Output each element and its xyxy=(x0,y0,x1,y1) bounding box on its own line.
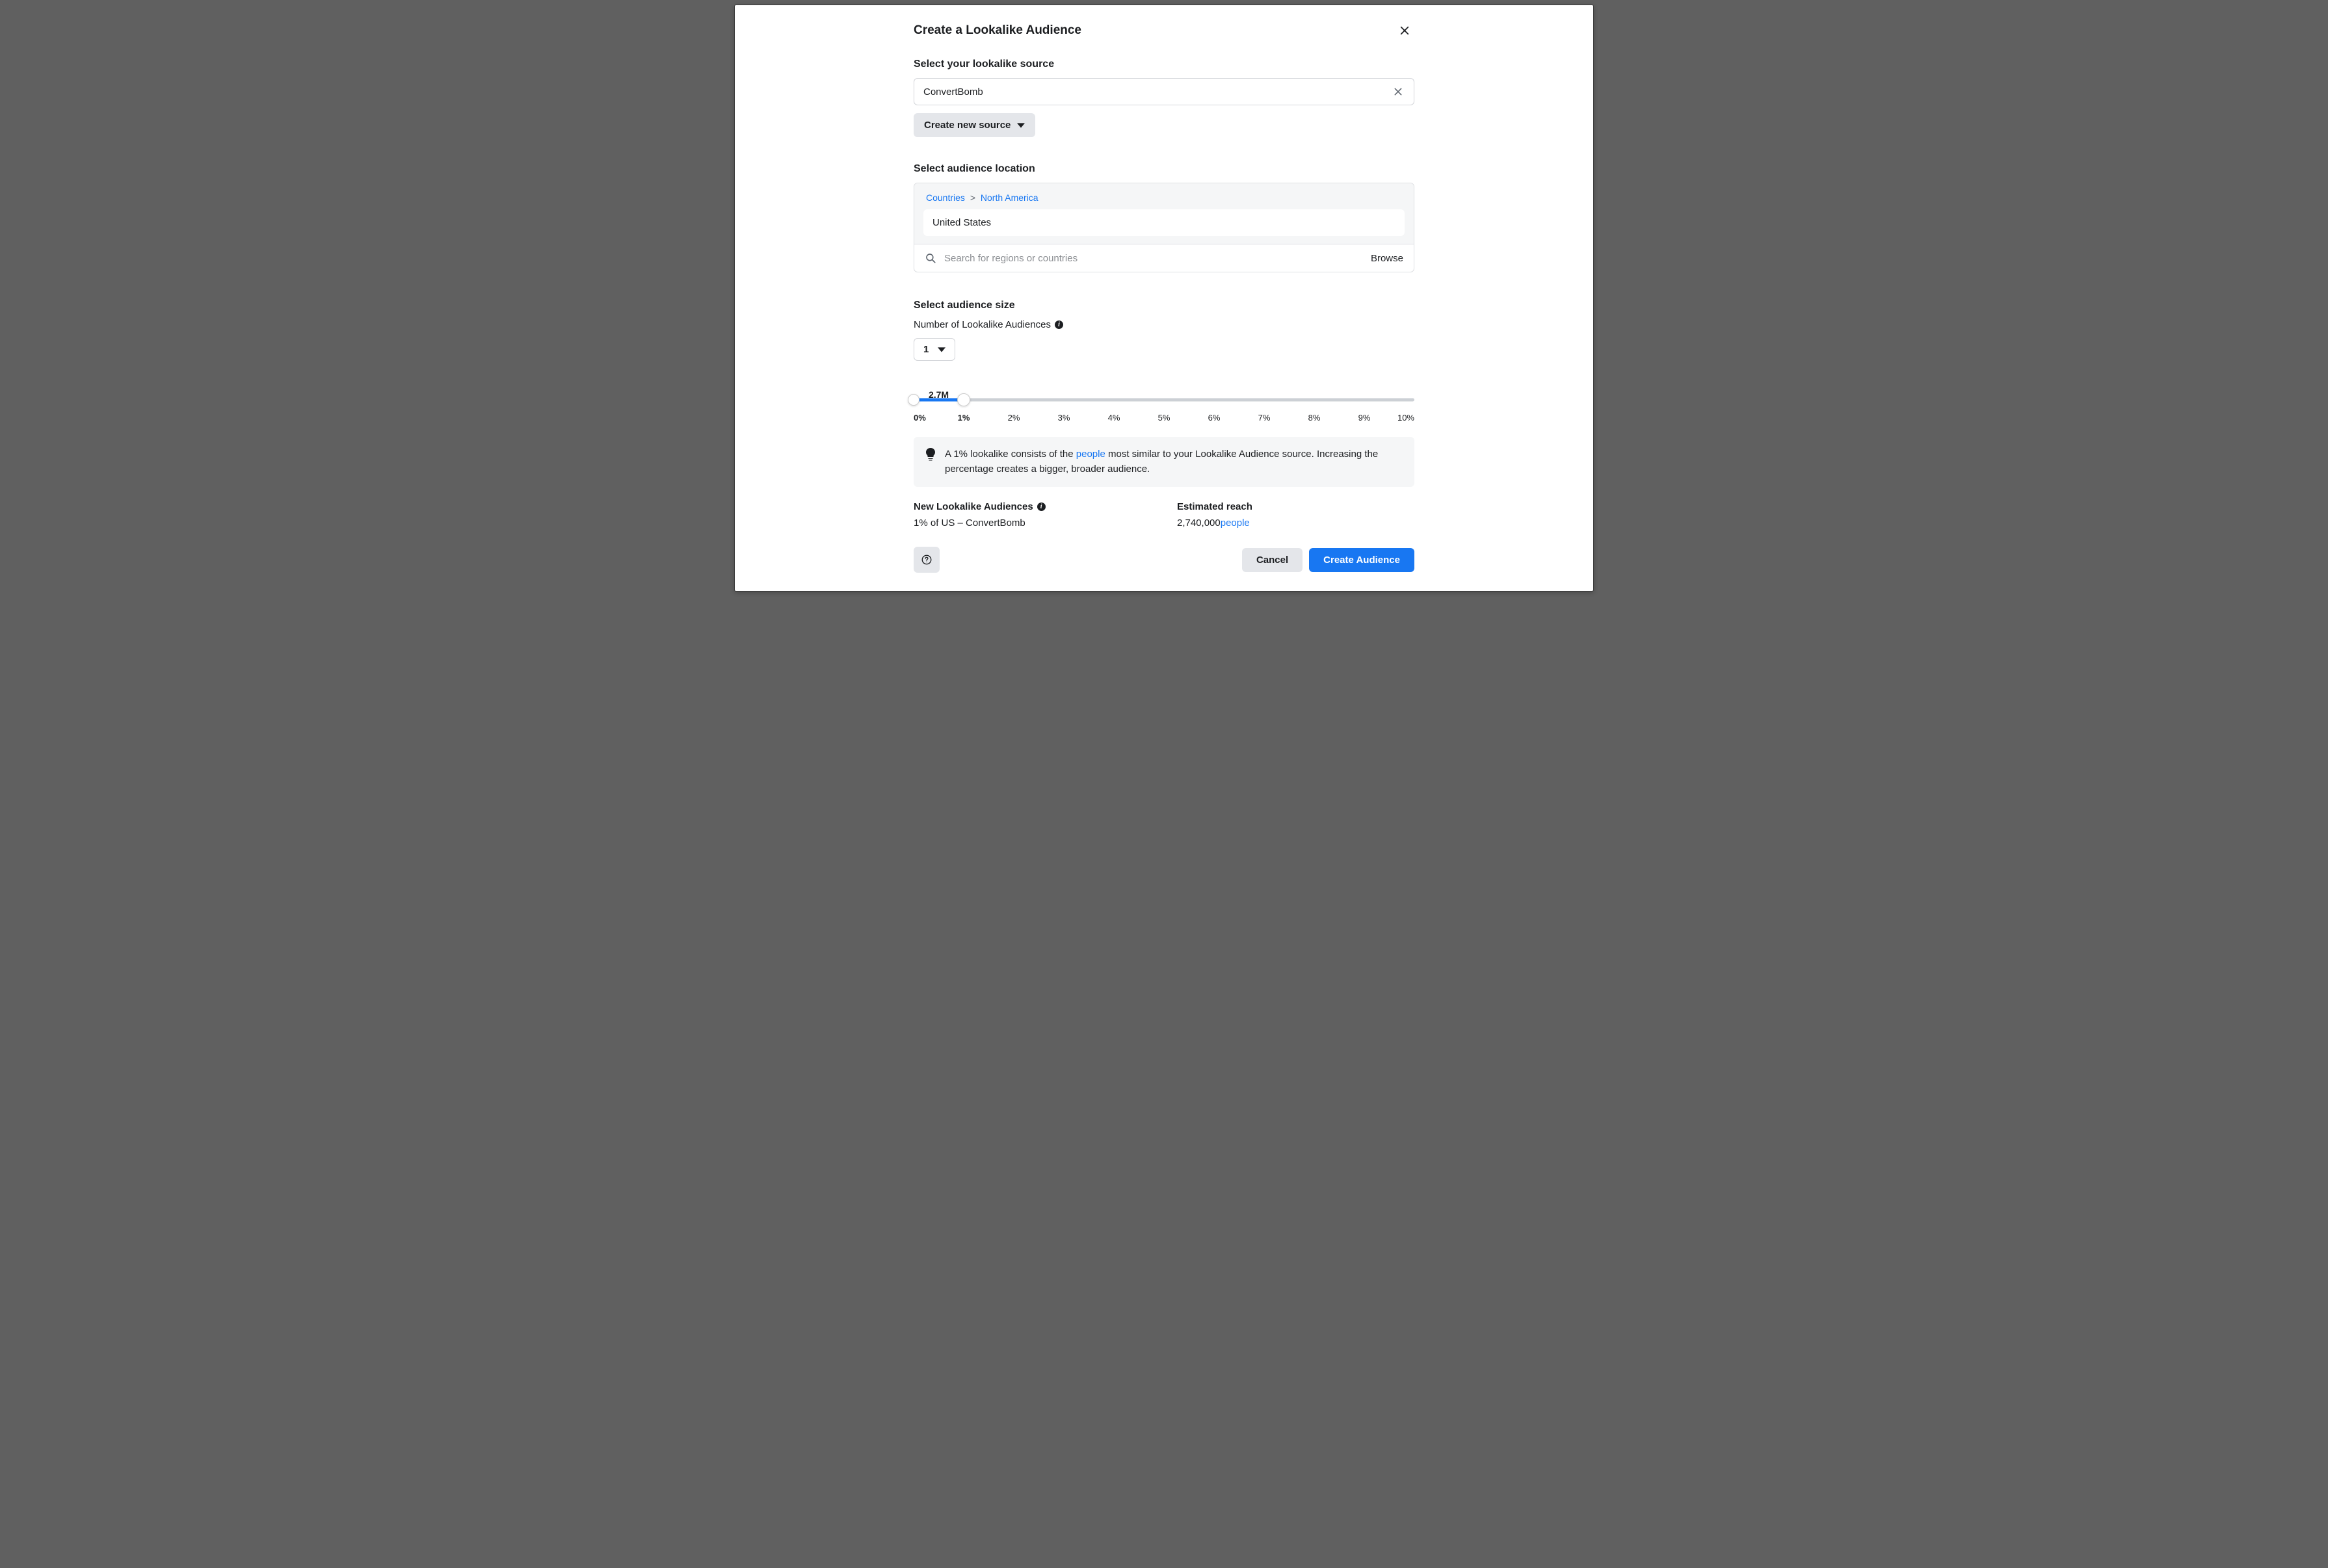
breadcrumb-root[interactable]: Countries xyxy=(926,192,965,203)
close-button[interactable] xyxy=(1395,21,1414,40)
clear-source-button[interactable] xyxy=(1392,85,1405,98)
estimated-reach-value: 2,740,000people xyxy=(1177,517,1414,529)
location-top: Countries > North America United States xyxy=(914,183,1414,244)
slider-tick: 10% xyxy=(1390,413,1415,423)
slider-tick: 4% xyxy=(1089,413,1139,423)
slider-tick: 7% xyxy=(1239,413,1290,423)
slider-track xyxy=(914,399,1414,402)
modal-title: Create a Lookalike Audience xyxy=(914,23,1081,38)
location-breadcrumb: Countries > North America xyxy=(923,192,1405,203)
new-audiences-col: New Lookalike Audiences i 1% of US – Con… xyxy=(914,501,1151,529)
slider-tick: 9% xyxy=(1340,413,1390,423)
help-icon xyxy=(921,554,933,566)
new-audiences-value: 1% of US – ConvertBomb xyxy=(914,517,1151,529)
location-heading: Select audience location xyxy=(914,163,1414,175)
breadcrumb-region[interactable]: North America xyxy=(981,192,1038,203)
location-search-row: Browse xyxy=(914,244,1414,272)
footer-actions: Cancel Create Audience xyxy=(1242,548,1414,572)
breadcrumb-separator: > xyxy=(970,192,975,203)
slider-tick: 8% xyxy=(1290,413,1340,423)
footer-row: Cancel Create Audience xyxy=(914,547,1414,573)
create-new-source-label: Create new source xyxy=(924,120,1011,131)
info-banner: A 1% lookalike consists of the people mo… xyxy=(914,437,1414,487)
info-text-1: A 1% lookalike consists of the xyxy=(945,449,1076,460)
search-icon xyxy=(925,252,936,264)
caret-down-icon xyxy=(938,346,946,354)
browse-link[interactable]: Browse xyxy=(1371,253,1403,264)
info-people-link[interactable]: people xyxy=(1076,449,1105,460)
size-heading: Select audience size xyxy=(914,300,1414,311)
estimated-reach-heading: Estimated reach xyxy=(1177,501,1414,512)
location-search-input[interactable] xyxy=(944,253,1363,264)
info-banner-text: A 1% lookalike consists of the people mo… xyxy=(945,447,1403,477)
slider-tick: 6% xyxy=(1189,413,1239,423)
source-input[interactable]: ConvertBomb xyxy=(914,78,1414,105)
slider-tick: 1% xyxy=(939,413,989,423)
source-value: ConvertBomb xyxy=(923,86,983,98)
source-heading: Select your lookalike source xyxy=(914,59,1414,70)
modal-window: Create a Lookalike Audience Select your … xyxy=(735,5,1593,591)
info-icon[interactable]: i xyxy=(1037,503,1046,511)
slider-thumb-start[interactable] xyxy=(908,394,919,406)
count-label-row: Number of Lookalike Audiences i xyxy=(914,319,1414,330)
reach-number: 2,740,000 xyxy=(1177,517,1221,529)
caret-down-icon xyxy=(1017,122,1025,129)
close-icon xyxy=(1393,86,1403,97)
location-selected-chip[interactable]: United States xyxy=(923,209,1405,236)
location-box: Countries > North America United States … xyxy=(914,183,1414,272)
slider-tick: 3% xyxy=(1039,413,1089,423)
count-label: Number of Lookalike Audiences xyxy=(914,319,1051,330)
audience-count-select[interactable]: 1 xyxy=(914,338,955,361)
create-audience-button[interactable]: Create Audience xyxy=(1309,548,1414,572)
new-audiences-heading-row: New Lookalike Audiences i xyxy=(914,501,1151,512)
slider-tick: 0% xyxy=(914,413,939,423)
reach-people-link[interactable]: people xyxy=(1221,517,1250,529)
location-selected-label: United States xyxy=(933,217,991,228)
summary-row: New Lookalike Audiences i 1% of US – Con… xyxy=(914,501,1414,529)
lightbulb-icon xyxy=(925,448,936,461)
close-icon xyxy=(1399,25,1410,36)
create-new-source-button[interactable]: Create new source xyxy=(914,113,1035,137)
help-button[interactable] xyxy=(914,547,940,573)
cancel-button[interactable]: Cancel xyxy=(1242,548,1303,572)
audience-size-slider[interactable]: 2.7M 0%1%2%3%4%5%6%7%8%9%10% xyxy=(914,392,1414,423)
slider-tick: 5% xyxy=(1139,413,1189,423)
audience-count-value: 1 xyxy=(923,344,929,355)
new-audiences-heading: New Lookalike Audiences xyxy=(914,501,1033,512)
slider-tick: 2% xyxy=(989,413,1039,423)
estimated-reach-col: Estimated reach 2,740,000people xyxy=(1177,501,1414,529)
slider-fill xyxy=(914,399,964,402)
slider-track-wrap xyxy=(914,392,1414,408)
slider-ticks: 0%1%2%3%4%5%6%7%8%9%10% xyxy=(914,413,1414,423)
modal-header: Create a Lookalike Audience xyxy=(914,21,1414,40)
info-icon[interactable]: i xyxy=(1055,320,1063,329)
modal-content: Create a Lookalike Audience Select your … xyxy=(914,21,1414,573)
slider-thumb-end[interactable] xyxy=(957,393,970,406)
